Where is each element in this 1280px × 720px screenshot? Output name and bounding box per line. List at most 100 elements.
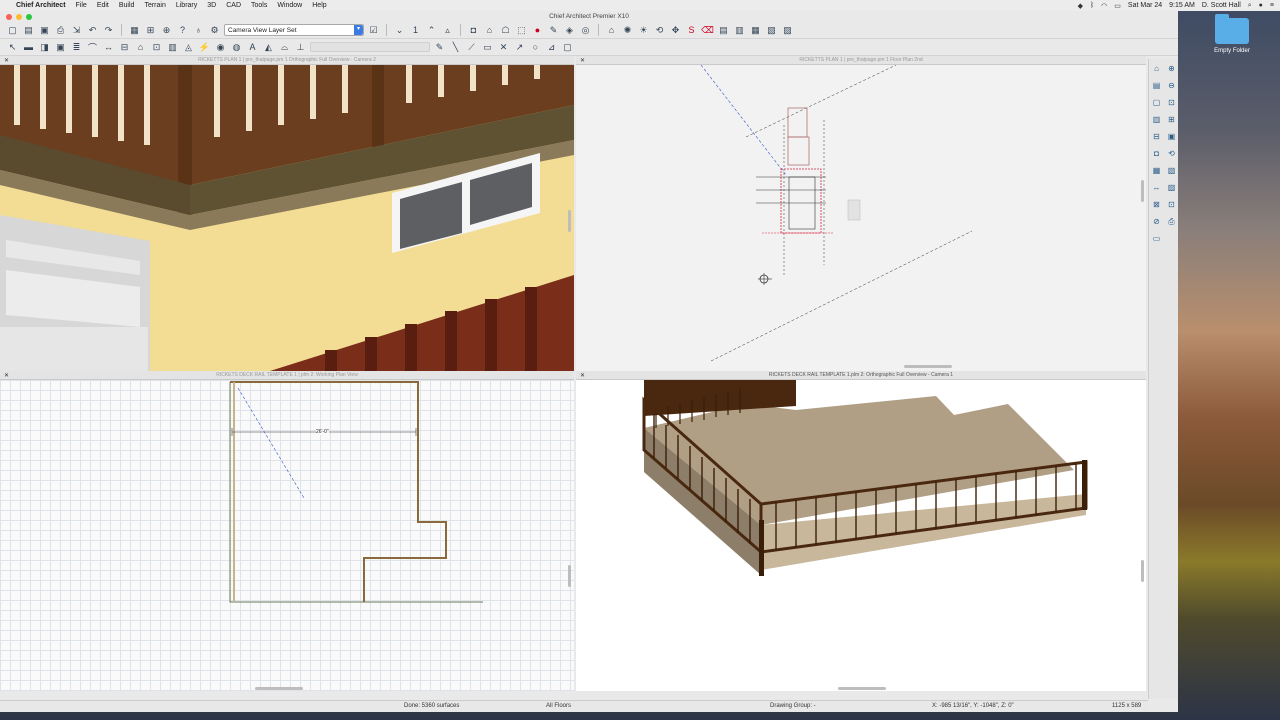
fit-icon[interactable]: ⊞ bbox=[1166, 114, 1177, 125]
cabinet-tool-icon[interactable]: ▣ bbox=[54, 41, 67, 54]
spline-icon[interactable]: S bbox=[685, 24, 698, 37]
fit-all-icon[interactable]: ▣ bbox=[1166, 131, 1177, 142]
layer-set-dropdown[interactable]: Camera View Layer Set ▾ bbox=[224, 24, 364, 36]
notification-center-icon[interactable]: ≡ bbox=[1270, 2, 1274, 9]
layer-icon[interactable]: ♁ bbox=[192, 24, 205, 37]
layout-icon[interactable]: ▭ bbox=[1151, 233, 1162, 244]
house-icon[interactable]: ⌂ bbox=[1151, 63, 1162, 74]
light-icon[interactable]: ☀ bbox=[637, 24, 650, 37]
arch-tool-icon[interactable]: ⌓ bbox=[278, 41, 291, 54]
menu-window[interactable]: Window bbox=[277, 2, 302, 9]
sun-icon[interactable]: ✺ bbox=[621, 24, 634, 37]
copy-view-icon[interactable]: ▧ bbox=[1166, 165, 1177, 176]
print-view-icon[interactable]: ⎙ bbox=[1166, 216, 1177, 227]
dropbox-icon[interactable]: ◆ bbox=[1078, 2, 1083, 10]
blank-page-icon[interactable]: ▢ bbox=[1151, 97, 1162, 108]
section-icon[interactable]: ⊟ bbox=[1151, 131, 1162, 142]
render-icon[interactable]: ◈ bbox=[563, 24, 576, 37]
horizontal-scrollbar[interactable] bbox=[255, 687, 303, 690]
menu-app-name[interactable]: Chief Architect bbox=[16, 2, 66, 9]
elevation-view-icon[interactable]: ▦ bbox=[749, 24, 762, 37]
grid-icon[interactable]: ▦ bbox=[1151, 165, 1162, 176]
fill-window-icon[interactable]: ⊞ bbox=[144, 24, 157, 37]
level-tool-icon[interactable]: ⊥ bbox=[294, 41, 307, 54]
overview-icon[interactable]: ⌂ bbox=[483, 24, 496, 37]
electrical-tool-icon[interactable]: ⚡ bbox=[198, 41, 211, 54]
horizontal-scrollbar[interactable] bbox=[838, 687, 886, 690]
plan-icon[interactable]: ▥ bbox=[1151, 114, 1162, 125]
material-painter-icon[interactable]: ✎ bbox=[547, 24, 560, 37]
floor-number-icon[interactable]: 1 bbox=[409, 24, 422, 37]
polyline-tool-icon[interactable]: ⟋ bbox=[465, 41, 478, 54]
menu-terrain[interactable]: Terrain bbox=[144, 2, 165, 9]
menu-3d[interactable]: 3D bbox=[207, 2, 216, 9]
layer-props-icon[interactable]: ⚙ bbox=[208, 24, 221, 37]
edit-mode-field[interactable] bbox=[310, 42, 430, 52]
refresh-icon[interactable]: ⟲ bbox=[1166, 148, 1177, 159]
house-3d-icon[interactable]: ⌂ bbox=[605, 24, 618, 37]
elevation-icon[interactable]: ▵ bbox=[441, 24, 454, 37]
new-file-icon[interactable]: ▢ bbox=[6, 24, 19, 37]
plumbing-tool-icon[interactable]: ◉ bbox=[214, 41, 227, 54]
window-tool-icon[interactable]: ⊡ bbox=[150, 41, 163, 54]
floor-down-icon[interactable]: ⌄ bbox=[393, 24, 406, 37]
cross-tool-icon[interactable]: ✕ bbox=[497, 41, 510, 54]
cross-section-icon[interactable]: ▥ bbox=[733, 24, 746, 37]
help-icon[interactable]: ? bbox=[176, 24, 189, 37]
export-icon[interactable]: ⇲ bbox=[70, 24, 83, 37]
desktop-folder[interactable]: Empty Folder bbox=[1210, 14, 1254, 54]
menu-tools[interactable]: Tools bbox=[251, 2, 267, 9]
vertical-scrollbar[interactable] bbox=[1141, 180, 1144, 202]
pan-icon[interactable]: ✥ bbox=[669, 24, 682, 37]
wall-tool-icon[interactable]: ▬ bbox=[22, 41, 35, 54]
horizontal-scrollbar[interactable] bbox=[904, 365, 952, 368]
menubar-time[interactable]: 9:15 AM bbox=[1169, 2, 1195, 9]
record-icon[interactable]: ● bbox=[531, 24, 544, 37]
rectangle-tool-icon[interactable]: ▭ bbox=[481, 41, 494, 54]
dimension-tool-icon[interactable]: ↔ bbox=[102, 41, 115, 54]
menu-build[interactable]: Build bbox=[119, 2, 135, 9]
library-tool-icon[interactable]: ▥ bbox=[166, 41, 179, 54]
bluetooth-icon[interactable]: ᛒ bbox=[1090, 2, 1094, 9]
menubar-date[interactable]: Sat Mar 24 bbox=[1128, 2, 1162, 9]
print-icon[interactable]: ⎙ bbox=[54, 24, 67, 37]
zoom-in-icon[interactable]: ⊕ bbox=[1166, 63, 1177, 74]
framing-tool-icon[interactable]: ⊟ bbox=[118, 41, 131, 54]
menu-file[interactable]: File bbox=[76, 2, 87, 9]
zoom-window-button[interactable] bbox=[26, 14, 32, 20]
camera-settings-icon[interactable]: ◎ bbox=[579, 24, 592, 37]
deck-3d-render[interactable] bbox=[576, 380, 1146, 691]
zoom-icon[interactable]: ⊕ bbox=[160, 24, 173, 37]
room-tool-icon[interactable]: ◨ bbox=[38, 41, 51, 54]
camera-icon[interactable]: ◘ bbox=[1151, 148, 1162, 159]
close-view-icon[interactable]: ⊡ bbox=[1166, 199, 1177, 210]
dimension-icon[interactable]: ↔ bbox=[1151, 182, 1162, 193]
redo-icon[interactable]: ↷ bbox=[102, 24, 115, 37]
vertical-scrollbar[interactable] bbox=[568, 565, 571, 587]
floor-plan-canvas[interactable] bbox=[576, 65, 1146, 371]
fill-window-icon[interactable]: ⊡ bbox=[1166, 97, 1177, 108]
tile-windows-icon[interactable]: ▨ bbox=[781, 24, 794, 37]
menu-library[interactable]: Library bbox=[176, 2, 197, 9]
select-objects-icon[interactable]: ▦ bbox=[128, 24, 141, 37]
text-tool-icon[interactable]: A bbox=[246, 41, 259, 54]
terrain-tool-icon[interactable]: ◬ bbox=[182, 41, 195, 54]
line-tool-icon[interactable]: ╲ bbox=[449, 41, 462, 54]
view-top-left[interactable]: ✕ RICKETTS PLAN 1 | pre_thatpage.pm 1 Or… bbox=[0, 56, 574, 371]
floor-up-icon[interactable]: ⌃ bbox=[425, 24, 438, 37]
working-plan-canvas[interactable]: 26'-0" bbox=[0, 380, 574, 691]
view-bottom-left[interactable]: ✕ RICKETS DECK RAIL TEMPLATE 1 | plm 2: … bbox=[0, 371, 574, 691]
zoom-out-icon[interactable]: ⊖ bbox=[1166, 80, 1177, 91]
split-icon[interactable]: ▨ bbox=[1166, 182, 1177, 193]
delete-icon[interactable]: ⊘ bbox=[1151, 216, 1162, 227]
layers-icon[interactable]: ▤ bbox=[1151, 80, 1162, 91]
minimize-window-button[interactable] bbox=[16, 14, 22, 20]
mouse-orbit-icon[interactable]: ⟲ bbox=[653, 24, 666, 37]
menubar-user[interactable]: D. Scott Hall bbox=[1202, 2, 1241, 9]
pencil-icon[interactable]: ✎ bbox=[433, 41, 446, 54]
camera-icon[interactable]: ◘ bbox=[467, 24, 480, 37]
vertical-scrollbar[interactable] bbox=[568, 210, 571, 232]
roof-tool-icon[interactable]: ⌂ bbox=[134, 41, 147, 54]
chevron-down-icon[interactable]: ▾ bbox=[354, 25, 363, 35]
camera-tool-icon[interactable]: ◍ bbox=[230, 41, 243, 54]
